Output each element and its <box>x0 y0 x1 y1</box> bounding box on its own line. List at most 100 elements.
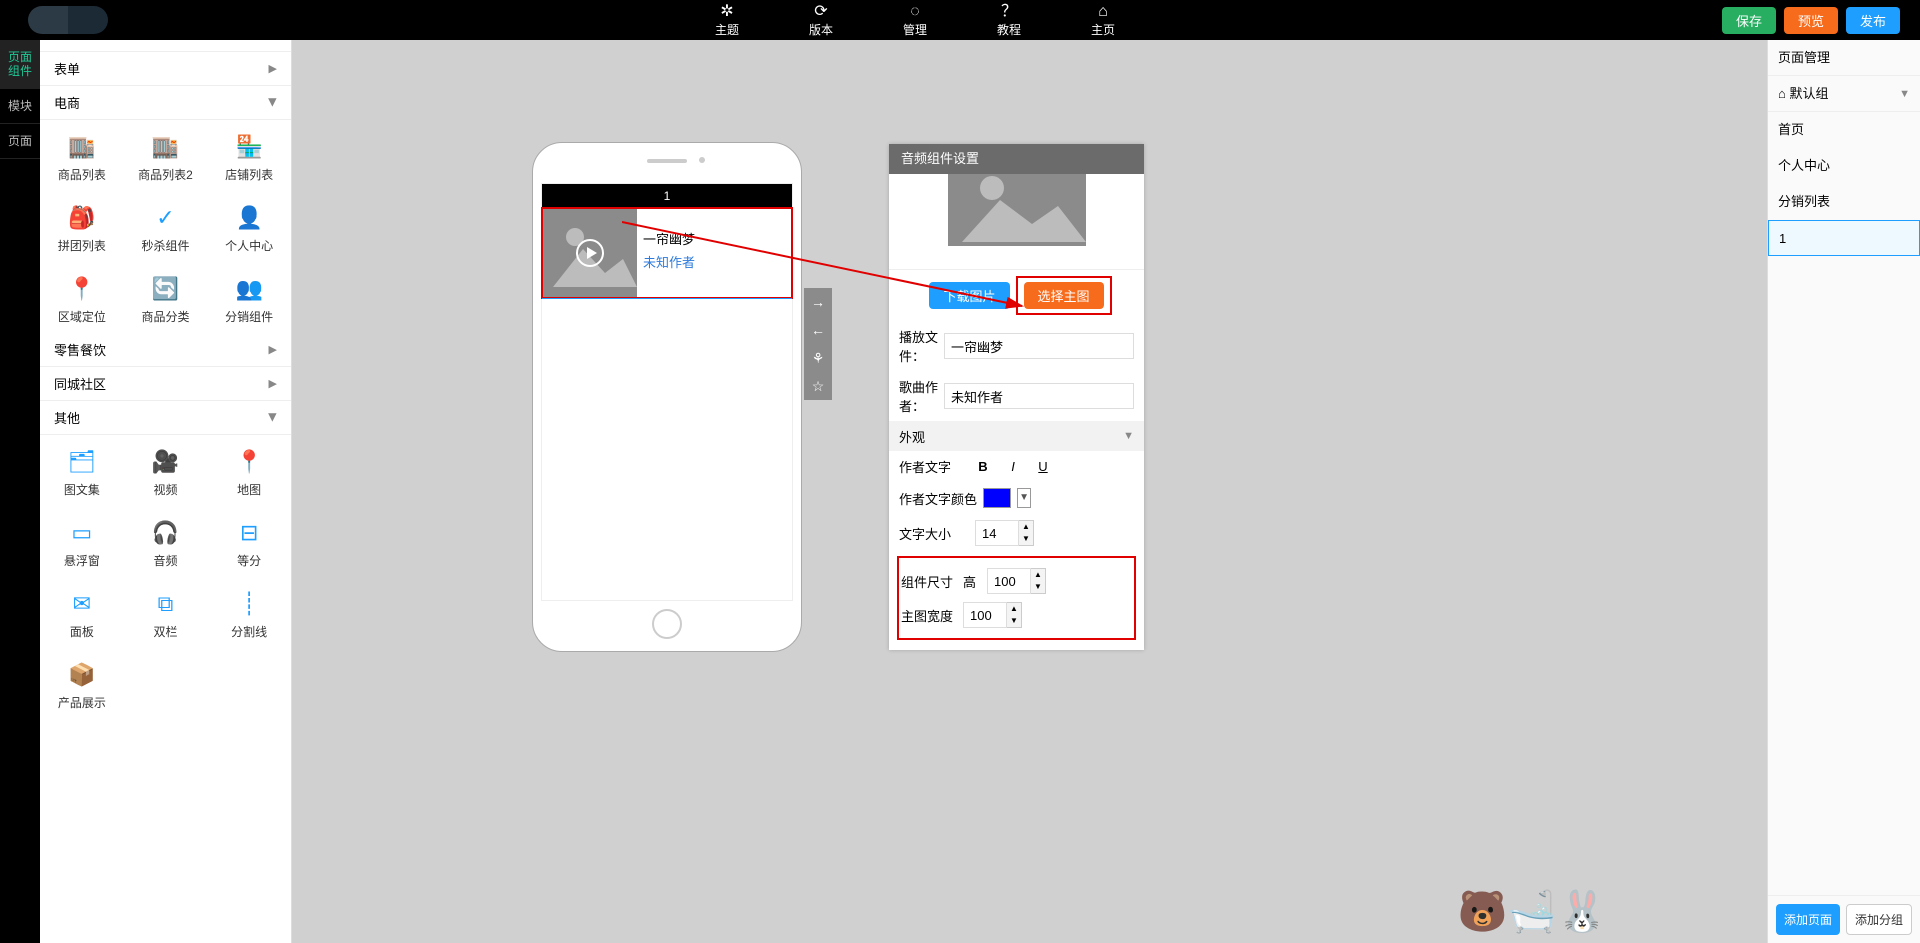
component-item[interactable]: 🎥视频 <box>124 435 208 506</box>
component-label: 等分 <box>207 552 291 569</box>
settings-thumbnail <box>889 174 1144 270</box>
component-label: 悬浮窗 <box>40 552 124 569</box>
size-highlight-group: 组件尺寸 高 ▲▼ 主图宽度 ▲▼ <box>897 556 1136 640</box>
component-item[interactable]: 🔄 商品分类 <box>124 262 208 333</box>
component-icon: 🏬 <box>40 132 124 162</box>
component-icon: ✉ <box>40 589 124 619</box>
component-label: 双栏 <box>124 623 208 640</box>
component-item[interactable]: 🎒拼团列表 <box>40 191 124 262</box>
component-icon: 🎧 <box>124 518 208 548</box>
download-image-button[interactable]: 下载图片 <box>929 282 1009 309</box>
canvas-sidetools: → ← ⚘ ☆ <box>804 288 832 400</box>
color-swatch[interactable] <box>983 488 1011 508</box>
component-item[interactable]: 🏬 商品列表 <box>40 120 124 191</box>
topbar-actions: 保存 预览 发布 <box>1722 7 1920 34</box>
height-input[interactable] <box>987 568 1031 594</box>
fontsize-input[interactable] <box>975 520 1019 546</box>
component-label: 店铺列表 <box>207 166 291 183</box>
author-input[interactable] <box>944 383 1134 409</box>
chevron-down-icon: ▼ <box>1123 430 1134 442</box>
color-dropdown-button[interactable]: ▼ <box>1017 488 1031 508</box>
section-other[interactable]: 其他 ▶ <box>40 401 291 435</box>
file-label: 播放文件： <box>899 327 938 365</box>
component-item[interactable]: 🎧音频 <box>124 506 208 577</box>
stepper-down-icon[interactable]: ▼ <box>1031 581 1045 593</box>
sidetool-star-icon[interactable]: ☆ <box>804 372 832 400</box>
page-item[interactable]: 个人中心 <box>1768 148 1920 184</box>
component-item[interactable]: 📦产品展示 <box>40 648 124 719</box>
page-item[interactable]: 首页 <box>1768 112 1920 148</box>
add-group-button[interactable]: 添加分组 <box>1846 904 1912 935</box>
section-ecommerce[interactable]: 电商 ▶ <box>40 86 291 120</box>
component-icon: 👥 <box>207 274 291 304</box>
component-label: 商品列表 <box>40 166 124 183</box>
page-title-bar: 1 <box>542 184 792 208</box>
rail-tab[interactable]: 页面 <box>0 124 40 159</box>
audio-component-selected[interactable]: 一帘幽梦 未知作者 <box>541 207 793 299</box>
component-icon: ⊟ <box>207 518 291 548</box>
topnav-item[interactable]: ✲主题 <box>715 3 739 38</box>
section-form[interactable]: 表单 ▶ <box>40 52 291 86</box>
publish-button[interactable]: 发布 <box>1846 7 1900 34</box>
stepper-up-icon[interactable]: ▲ <box>1031 569 1045 581</box>
component-item[interactable]: 📍地图 <box>207 435 291 506</box>
component-icon: 🏪 <box>207 132 291 162</box>
section-retail[interactable]: 零售餐饮 ▶ <box>40 333 291 367</box>
topnav-icon: ？ <box>997 3 1021 21</box>
component-item[interactable]: 🏪 店铺列表 <box>207 120 291 191</box>
page-item[interactable]: 1 <box>1768 220 1920 256</box>
sidetool-arrow-left-icon[interactable]: ← <box>804 316 832 344</box>
imgw-input[interactable] <box>963 602 1007 628</box>
stepper-down-icon[interactable]: ▼ <box>1007 615 1021 627</box>
component-item[interactable]: ✉ 面板 <box>40 577 124 648</box>
preview-button[interactable]: 预览 <box>1784 7 1838 34</box>
topnav-label: 管理 <box>903 21 927 38</box>
component-item[interactable]: 📍 区域定位 <box>40 262 124 333</box>
topnav-item[interactable]: ？教程 <box>997 3 1021 38</box>
section-label: 表单 <box>54 59 80 78</box>
sidetool-share-icon[interactable]: ⚘ <box>804 344 832 372</box>
underline-button[interactable]: U <box>1035 459 1051 474</box>
component-label: 面板 <box>40 623 124 640</box>
component-item[interactable]: ⊟ 等分 <box>207 506 291 577</box>
component-icon: ▭ <box>40 518 124 548</box>
component-icon: ⧉ <box>124 589 208 619</box>
add-page-button[interactable]: 添加页面 <box>1776 904 1840 935</box>
component-label: 商品分类 <box>124 308 208 325</box>
component-item[interactable]: ⧉ 双栏 <box>124 577 208 648</box>
component-icon: 🎒 <box>40 203 124 233</box>
pick-main-image-button[interactable]: 选择主图 <box>1024 282 1104 309</box>
stepper-up-icon[interactable]: ▲ <box>1019 521 1033 533</box>
topnav-item[interactable]: ⌂主页 <box>1091 3 1115 38</box>
component-item[interactable]: ┊分割线 <box>207 577 291 648</box>
component-label: 区域定位 <box>40 308 124 325</box>
appearance-section[interactable]: 外观 ▼ <box>889 421 1144 451</box>
page-group[interactable]: ⌂ 默认组 ▼ <box>1768 76 1920 112</box>
page-item[interactable]: 分销列表 <box>1768 184 1920 220</box>
component-icon: 🔄 <box>124 274 208 304</box>
component-icon: 📍 <box>40 274 124 304</box>
topnav-item[interactable]: ◌管理 <box>903 3 927 38</box>
rail-tab[interactable]: 模块 <box>0 89 40 124</box>
bold-button[interactable]: B <box>975 459 991 474</box>
sidetool-arrow-right-icon[interactable]: → <box>804 288 832 316</box>
stepper-up-icon[interactable]: ▲ <box>1007 603 1021 615</box>
stepper-down-icon[interactable]: ▼ <box>1019 533 1033 545</box>
italic-button[interactable]: I <box>1005 459 1021 474</box>
canvas: 1 一帘幽梦 未知作者 → ← ⚘ ☆ <box>292 40 1767 943</box>
file-input[interactable] <box>944 333 1134 359</box>
component-item[interactable]: 👥分销组件 <box>207 262 291 333</box>
component-item[interactable]: ✓秒杀组件 <box>124 191 208 262</box>
earpiece-icon <box>647 159 687 163</box>
section-label: 其他 <box>54 408 80 427</box>
section-community[interactable]: 同城社区 ▶ <box>40 367 291 401</box>
component-label: 视频 <box>124 481 208 498</box>
component-item[interactable]: 👤个人中心 <box>207 191 291 262</box>
component-item[interactable]: ▭ 悬浮窗 <box>40 506 124 577</box>
component-item[interactable]: 🗂图文集 <box>40 435 124 506</box>
component-item[interactable]: 🏬商品列表2 <box>124 120 208 191</box>
chevron-down-icon: ▶ <box>266 413 279 421</box>
rail-tab[interactable]: 页面组件 <box>0 40 40 89</box>
save-button[interactable]: 保存 <box>1722 7 1776 34</box>
topnav-item[interactable]: ⟳版本 <box>809 3 833 38</box>
